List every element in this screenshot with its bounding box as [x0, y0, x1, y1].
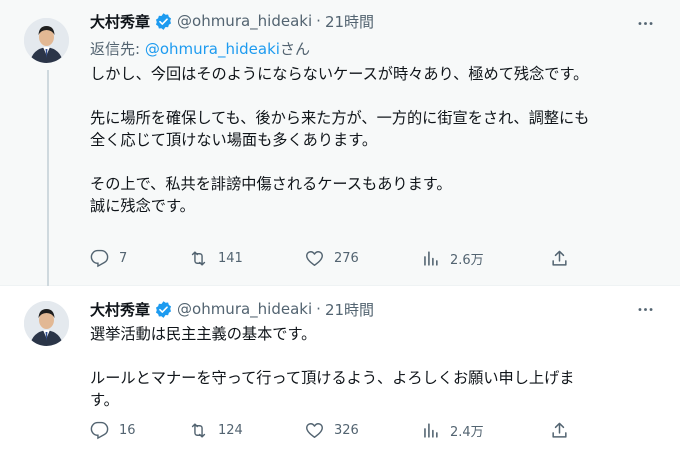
- tweet-2[interactable]: 大村秀章 @ohmura_hideaki · 21時間 選挙活動は民主主義の基本…: [0, 286, 680, 462]
- share-button[interactable]: [550, 421, 569, 440]
- views-button[interactable]: 2.6万: [421, 249, 484, 268]
- tweet-text: しかし、今回はそのようにならないケースが時々あり、極めて残念です。 先に場所を確…: [90, 63, 650, 217]
- views-count: 2.4万: [450, 424, 484, 440]
- tweet-header: 大村秀章 @ohmura_hideaki · 21時間: [90, 298, 374, 320]
- author-handle[interactable]: @ohmura_hideaki: [177, 12, 312, 30]
- retweet-icon: [191, 250, 206, 266]
- reply-button[interactable]: 16: [90, 421, 136, 440]
- text-line: その上で、私共を誹謗中傷されるケースもあります。: [90, 175, 452, 193]
- verified-badge-icon: [154, 12, 173, 31]
- like-count: 326: [334, 422, 359, 438]
- heart-icon: [306, 422, 323, 438]
- avatar[interactable]: [24, 18, 69, 63]
- retweet-button[interactable]: 141: [189, 249, 243, 268]
- share-icon: [552, 250, 567, 266]
- reply-button[interactable]: 7: [90, 249, 127, 268]
- paragraph: ルールとマナーを守って行って頂けるよう、よろしくお願い申し上げま す。: [90, 367, 650, 411]
- paragraph: 選挙活動は民主主義の基本です。: [90, 323, 650, 345]
- tweet-1[interactable]: 大村秀章 @ohmura_hideaki · 21時間 返信先: @ohmura…: [0, 0, 680, 286]
- text-line: 全く応じて頂けない場面も多くあります。: [90, 131, 378, 149]
- views-count: 2.6万: [450, 252, 484, 268]
- verified-badge-icon: [154, 300, 173, 319]
- tweet-actions: 16 124 326 2.4万: [90, 418, 590, 442]
- tweet-actions: 7 141 276 2.6万: [90, 246, 590, 270]
- reply-icon: [90, 249, 109, 267]
- author-name[interactable]: 大村秀章: [90, 11, 150, 32]
- text-line: 選挙活動は民主主義の基本です。: [90, 325, 317, 343]
- reply-to-prefix: 返信先:: [90, 40, 145, 58]
- paragraph: 先に場所を確保しても、後から来た方が、一方的に街宣をされ、調整にも 全く応じて頂け…: [90, 107, 650, 151]
- separator: ·: [316, 300, 321, 318]
- paragraph: その上で、私共を誹謗中傷されるケースもあります。 誠に残念です。: [90, 173, 650, 217]
- text-line: 先に場所を確保しても、後から来た方が、一方的に街宣をされ、調整にも: [90, 109, 590, 127]
- like-count: 276: [334, 250, 359, 266]
- reply-to-mention[interactable]: @ohmura_hideaki: [145, 40, 280, 58]
- text-line: ルールとマナーを守って行って頂けるよう、よろしくお願い申し上げま: [90, 369, 575, 387]
- retweet-icon: [191, 422, 206, 438]
- like-button[interactable]: 326: [305, 421, 359, 440]
- more-horizontal-icon[interactable]: [634, 298, 656, 320]
- reply-count: 7: [119, 250, 128, 266]
- text-line: す。: [90, 391, 119, 409]
- author-handle[interactable]: @ohmura_hideaki: [177, 300, 312, 318]
- thread-line: [47, 70, 49, 286]
- text-line: しかし、今回はそのようにならないケースが時々あり、極めて残念です。: [90, 65, 589, 83]
- views-chart-icon: [424, 422, 438, 438]
- paragraph: しかし、今回はそのようにならないケースが時々あり、極めて残念です。: [90, 63, 650, 85]
- share-button[interactable]: [550, 249, 569, 268]
- retweet-count: 124: [218, 422, 243, 438]
- timestamp[interactable]: 21時間: [325, 299, 374, 320]
- heart-icon: [306, 250, 323, 266]
- reply-count: 16: [119, 422, 136, 438]
- text-line: 誠に残念です。: [90, 197, 195, 215]
- avatar[interactable]: [24, 301, 69, 346]
- retweet-button[interactable]: 124: [189, 421, 243, 440]
- retweet-count: 141: [218, 250, 243, 266]
- separator: ·: [316, 12, 321, 30]
- tweet-header: 大村秀章 @ohmura_hideaki · 21時間: [90, 10, 374, 32]
- reply-to: 返信先: @ohmura_hideakiさん: [90, 38, 310, 59]
- views-button[interactable]: 2.4万: [421, 421, 484, 440]
- reply-to-suffix: さん: [279, 40, 310, 58]
- author-name[interactable]: 大村秀章: [90, 299, 150, 320]
- like-button[interactable]: 276: [305, 249, 359, 268]
- timestamp[interactable]: 21時間: [325, 11, 374, 32]
- tweet-text: 選挙活動は民主主義の基本です。 ルールとマナーを守って行って頂けるよう、よろしく…: [90, 323, 650, 411]
- views-chart-icon: [424, 250, 438, 266]
- share-icon: [552, 422, 567, 438]
- more-horizontal-icon[interactable]: [634, 12, 656, 34]
- reply-icon: [90, 421, 109, 439]
